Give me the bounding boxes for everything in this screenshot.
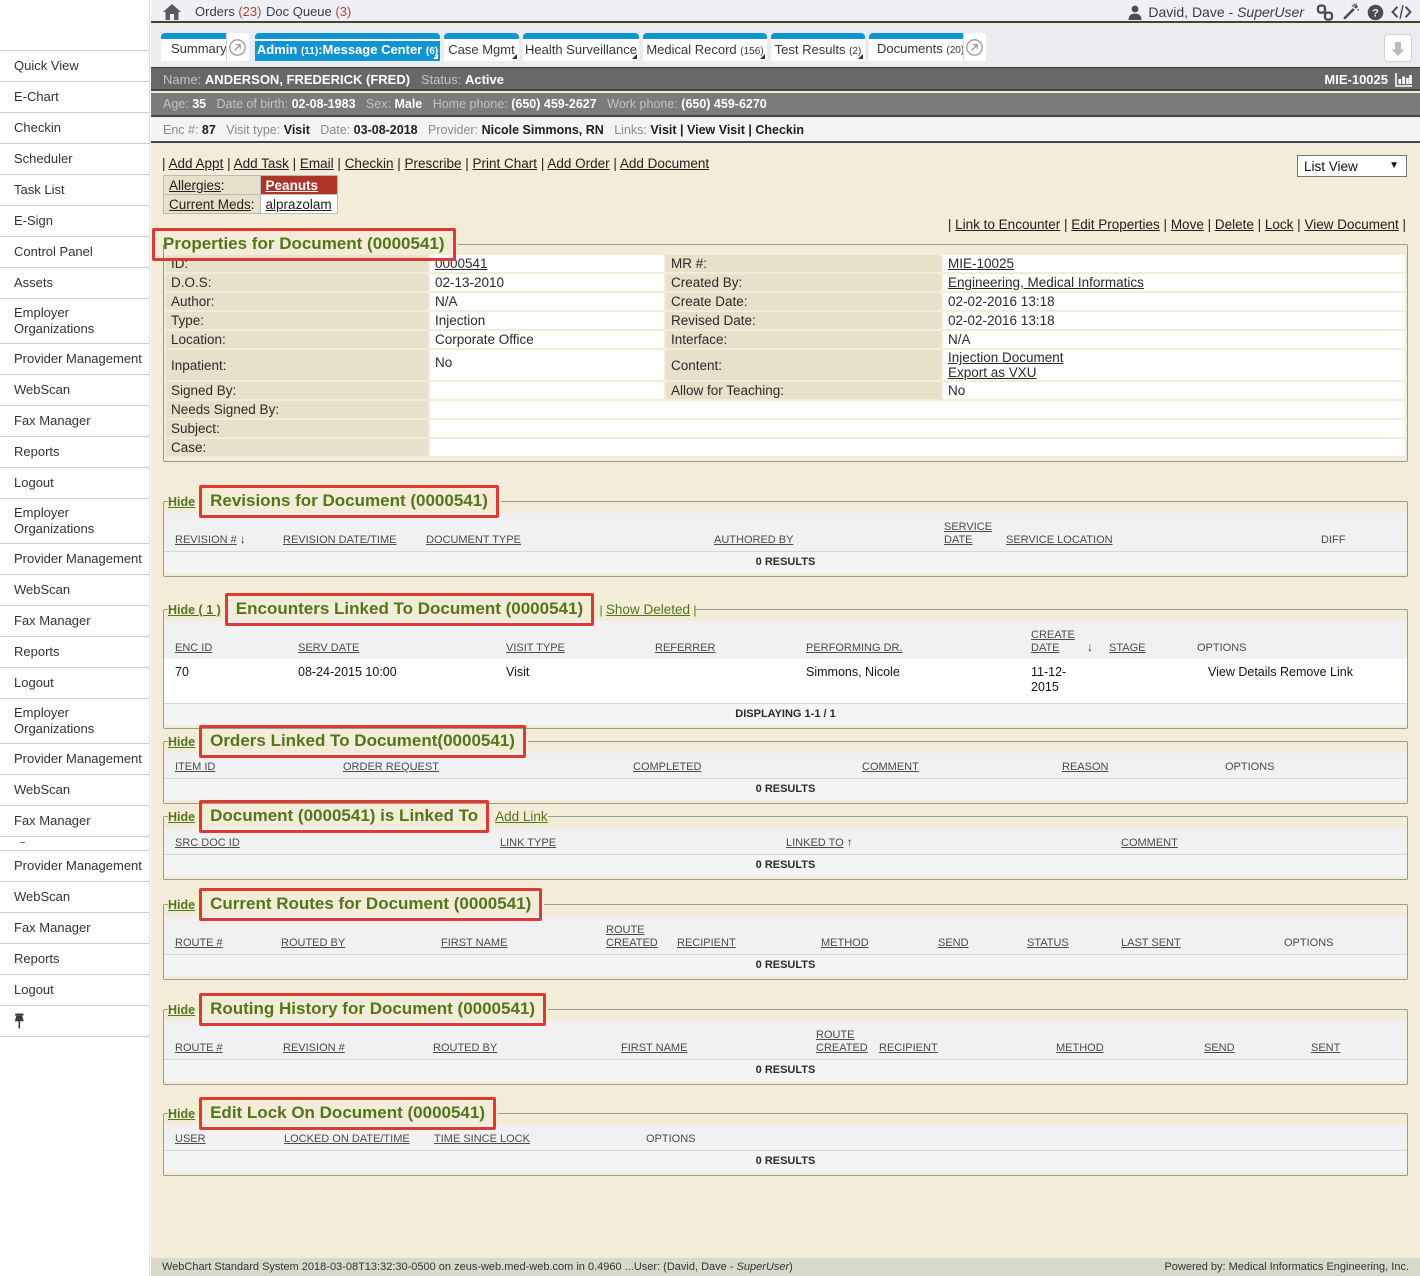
- svg-text:?: ?: [1372, 7, 1379, 19]
